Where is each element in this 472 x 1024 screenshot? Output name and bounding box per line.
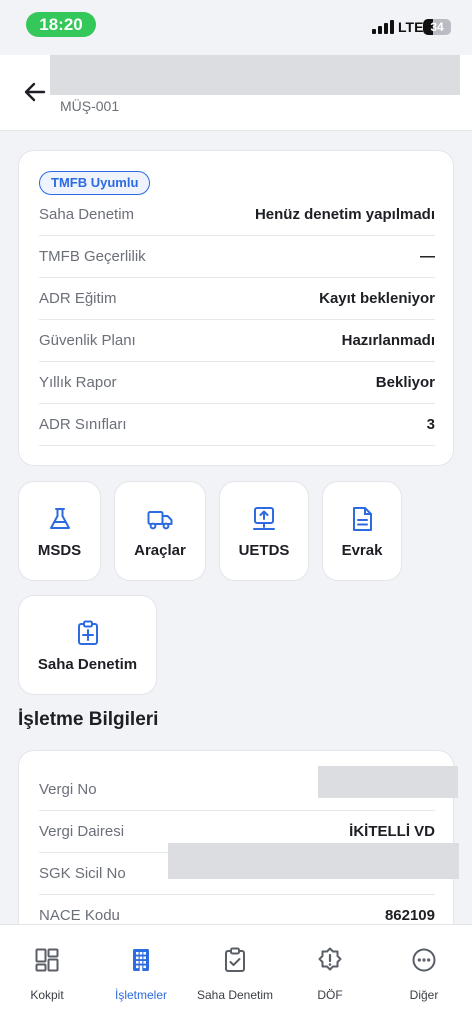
building-icon xyxy=(133,949,149,971)
nav-item-saha-denetim[interactable]: Saha Denetim xyxy=(188,925,282,1024)
section-title-business: İşletme Bilgileri xyxy=(18,709,159,730)
battery-level: 34 xyxy=(430,20,444,34)
row-label: ADR Sınıfları xyxy=(39,416,127,433)
tmfb-badge: TMFB Uyumlu xyxy=(39,171,151,195)
row-value: — xyxy=(420,248,435,265)
row-value: Bekliyor xyxy=(375,374,435,391)
row-label: Güvenlik Planı xyxy=(39,332,136,349)
nav-item-diger[interactable]: Diğer xyxy=(377,925,471,1024)
info-row-adr-egitim: ADR Eğitim Kayıt bekleniyor xyxy=(39,278,435,320)
uetds-button[interactable]: UETDS xyxy=(219,481,309,581)
msds-button[interactable]: MSDS xyxy=(18,481,101,581)
clipboard-plus-icon xyxy=(77,620,98,645)
alert-gear-icon xyxy=(318,947,342,971)
row-label: TMFB Geçerlilik xyxy=(39,248,146,265)
status-time: 18:20 xyxy=(26,12,96,37)
nav-label-dof: DÖF xyxy=(317,988,343,1002)
saha-denetim-label: Saha Denetim xyxy=(37,656,138,673)
row-label: Yıllık Rapor xyxy=(39,374,117,391)
compliance-status-card: TMFB Uyumlu Saha Denetim Henüz denetim y… xyxy=(18,150,454,466)
row-value: Hazırlanmadı xyxy=(341,332,435,349)
status-bar: 18:20 LTE 34 xyxy=(0,0,472,50)
flask-icon xyxy=(49,508,70,529)
sgk-sicil-redacted xyxy=(168,843,459,879)
row-label: NACE Kodu xyxy=(39,907,120,924)
row-label: ADR Eğitim xyxy=(39,290,117,307)
row-label: Vergi No xyxy=(39,781,97,798)
bottom-navigation: Kokpit İşletmeler Saha Denetim DÖF Diğer xyxy=(0,924,472,1024)
row-label: Saha Denetim xyxy=(39,206,135,223)
row-label: Vergi Dairesi xyxy=(39,823,125,840)
araclar-label: Araçlar xyxy=(134,542,186,559)
more-icon xyxy=(412,948,436,972)
nav-label-isletmeler: İşletmeler xyxy=(114,988,167,1002)
page-title-redacted xyxy=(50,55,460,95)
row-value: 3 xyxy=(426,416,435,433)
arrow-left-icon xyxy=(24,82,46,102)
info-row-tmfb-gecerlilik: TMFB Geçerlilik — xyxy=(39,236,435,278)
uetds-label: UETDS xyxy=(238,542,290,559)
customer-code: MÜŞ-001 xyxy=(60,98,120,114)
row-value: Kayıt bekleniyor xyxy=(319,290,435,307)
info-row-adr-siniflari: ADR Sınıfları 3 xyxy=(39,404,435,446)
info-row-yillik-rapor: Yıllık Rapor Bekliyor xyxy=(39,362,435,404)
info-row-guvenlik-plani: Güvenlik Planı Hazırlanmadı xyxy=(39,320,435,362)
document-icon xyxy=(353,507,372,531)
msds-label: MSDS xyxy=(37,542,82,559)
nav-item-dof[interactable]: DÖF xyxy=(283,925,377,1024)
evrak-label: Evrak xyxy=(341,542,383,559)
row-value: 862109 xyxy=(384,907,435,924)
vergi-no-redacted xyxy=(318,766,458,798)
battery-icon: 34 xyxy=(423,19,451,35)
network-type: LTE xyxy=(398,19,424,35)
nav-label-diger: Diğer xyxy=(409,988,439,1002)
nav-item-kokpit[interactable]: Kokpit xyxy=(0,925,94,1024)
upload-network-icon xyxy=(253,507,275,530)
dashboard-icon xyxy=(35,948,59,972)
row-value: İKİTELLİ VD xyxy=(349,823,435,840)
saha-denetim-button[interactable]: Saha Denetim xyxy=(18,595,157,695)
info-row-saha-denetim: Saha Denetim Henüz denetim yapılmadı xyxy=(39,194,435,236)
signal-icon xyxy=(372,20,396,34)
evrak-button[interactable]: Evrak xyxy=(322,481,402,581)
back-button[interactable] xyxy=(20,77,50,107)
araclar-button[interactable]: Araçlar xyxy=(114,481,206,581)
clipboard-check-icon xyxy=(225,947,245,972)
row-label: SGK Sicil No xyxy=(39,865,126,882)
nav-item-isletmeler[interactable]: İşletmeler xyxy=(94,925,188,1024)
app-header: MÜŞ-001 xyxy=(0,55,472,131)
nav-label-saha-denetim: Saha Denetim xyxy=(196,988,274,1002)
truck-icon xyxy=(147,511,173,530)
nav-label-kokpit: Kokpit xyxy=(30,988,64,1002)
row-value: Henüz denetim yapılmadı xyxy=(254,206,435,223)
